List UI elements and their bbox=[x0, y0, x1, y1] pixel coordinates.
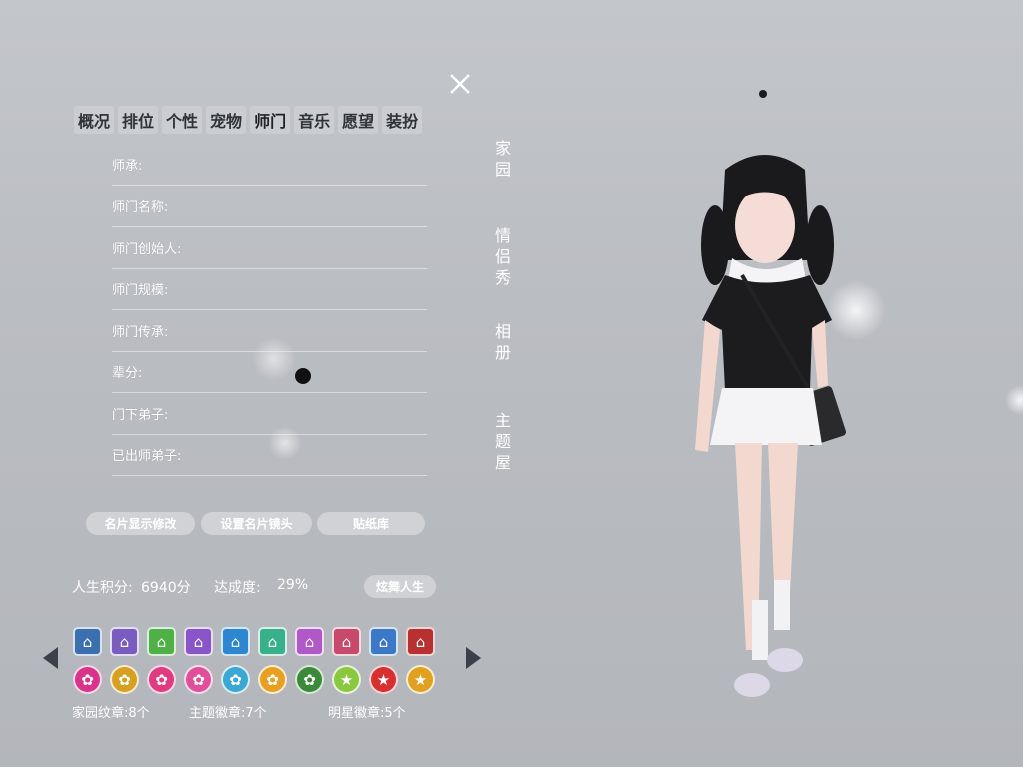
field-label: 辈分: bbox=[112, 366, 143, 382]
field-row: 师承: bbox=[112, 144, 427, 186]
field-label: 师门传承: bbox=[112, 324, 169, 340]
home-crest-icon[interactable]: ⌂ bbox=[369, 627, 398, 656]
side-nav-label: 主题屋 bbox=[494, 411, 511, 472]
theme-badge-count: 主题徽章:7个 bbox=[189, 706, 267, 721]
close-button[interactable] bbox=[446, 70, 474, 98]
theme-badge-icon[interactable]: ✿ bbox=[147, 665, 176, 694]
theme-badge-icon[interactable]: ✿ bbox=[184, 665, 213, 694]
theme-badge-icon[interactable]: ✿ bbox=[295, 665, 324, 694]
dance-life-button[interactable]: 炫舞人生 bbox=[364, 575, 436, 598]
theme-badge-icon[interactable]: ✿ bbox=[110, 665, 139, 694]
next-badges-arrow[interactable] bbox=[466, 647, 481, 669]
field-row: 师门传承: bbox=[112, 310, 427, 352]
tab-personality[interactable]: 个性 bbox=[162, 106, 203, 134]
tab-school[interactable]: 师门 bbox=[250, 106, 291, 134]
theme-badge-icon[interactable]: ✿ bbox=[221, 665, 250, 694]
star-badge-icon[interactable]: ★ bbox=[332, 665, 361, 694]
profile-tabs: 概况 排位 个性 宠物 师门 音乐 愿望 装扮 bbox=[74, 106, 423, 134]
tab-ranking[interactable]: 排位 bbox=[118, 106, 159, 134]
set-card-camera-button[interactable]: 设置名片镜头 bbox=[201, 512, 312, 535]
field-row: 师门规模: bbox=[112, 269, 427, 310]
school-info-list: 师承: 师门名称: 师门创始人: 师门规模: 师门传承: 辈分: 门下弟子: 已… bbox=[112, 144, 427, 476]
home-crest-icon[interactable]: ⌂ bbox=[258, 627, 287, 656]
home-crest-icon[interactable]: ⌂ bbox=[147, 627, 176, 656]
close-icon bbox=[450, 74, 470, 94]
theme-badge-icon[interactable]: ✿ bbox=[73, 665, 102, 694]
theme-badge-row: ✿ ✿ ✿ ✿ ✿ ✿ ✿ ★ ★ ★ bbox=[73, 665, 435, 694]
field-label: 已出师弟子: bbox=[112, 449, 182, 465]
side-nav-couple-show[interactable]: 情侣秀 bbox=[492, 225, 514, 288]
tab-pets[interactable]: 宠物 bbox=[206, 106, 247, 134]
home-crest-icon[interactable]: ⌂ bbox=[406, 627, 435, 656]
field-label: 门下弟子: bbox=[112, 407, 169, 423]
home-crest-icon[interactable]: ⌂ bbox=[332, 627, 361, 656]
home-crest-count: 家园纹章:8个 bbox=[72, 706, 150, 721]
completion-label: 达成度: bbox=[214, 580, 261, 596]
home-crest-icon[interactable]: ⌂ bbox=[110, 627, 139, 656]
side-nav-home[interactable]: 家园 bbox=[492, 138, 514, 180]
field-row: 辈分: bbox=[112, 352, 427, 393]
home-crest-icon[interactable]: ⌂ bbox=[73, 627, 102, 656]
tab-outfit[interactable]: 装扮 bbox=[382, 106, 423, 134]
field-row: 师门创始人: bbox=[112, 227, 427, 269]
life-score-label: 人生积分: bbox=[72, 580, 133, 596]
snow-dot bbox=[759, 90, 767, 98]
home-crest-icon[interactable]: ⌂ bbox=[295, 627, 324, 656]
card-display-edit-button[interactable]: 名片显示修改 bbox=[86, 512, 195, 535]
tab-music[interactable]: 音乐 bbox=[294, 106, 335, 134]
home-crest-row: ⌂ ⌂ ⌂ ⌂ ⌂ ⌂ ⌂ ⌂ ⌂ ⌂ bbox=[73, 627, 435, 656]
tab-wishes[interactable]: 愿望 bbox=[338, 106, 379, 134]
star-badge-icon[interactable]: ★ bbox=[406, 665, 435, 694]
home-crest-icon[interactable]: ⌂ bbox=[184, 627, 213, 656]
prev-badges-arrow[interactable] bbox=[43, 647, 58, 669]
field-label: 师门名称: bbox=[112, 200, 169, 216]
character-illustration bbox=[695, 155, 847, 697]
field-label: 师门规模: bbox=[112, 283, 169, 299]
field-row: 门下弟子: bbox=[112, 393, 427, 435]
home-crest-icon[interactable]: ⌂ bbox=[221, 627, 250, 656]
sticker-library-button[interactable]: 贴纸库 bbox=[317, 512, 425, 535]
field-label: 师承: bbox=[112, 158, 143, 174]
side-nav-label: 情侣秀 bbox=[494, 226, 511, 287]
star-badge-icon[interactable]: ★ bbox=[369, 665, 398, 694]
side-nav-label: 家园 bbox=[494, 139, 511, 179]
side-nav-label: 相册 bbox=[494, 322, 511, 362]
side-nav-theme-house[interactable]: 主题屋 bbox=[492, 410, 514, 473]
field-label: 师门创始人: bbox=[112, 241, 182, 257]
theme-badge-icon[interactable]: ✿ bbox=[258, 665, 287, 694]
field-row: 已出师弟子: bbox=[112, 435, 427, 476]
avatar-character[interactable] bbox=[670, 150, 860, 710]
tab-overview[interactable]: 概况 bbox=[74, 106, 115, 134]
side-nav-album[interactable]: 相册 bbox=[492, 321, 514, 363]
snow-dot bbox=[1005, 385, 1023, 415]
life-score-value: 6940分 bbox=[141, 580, 191, 596]
star-badge-count: 明星徽章:5个 bbox=[328, 706, 406, 721]
completion-value: 29% bbox=[277, 577, 309, 593]
field-row: 师门名称: bbox=[112, 186, 427, 227]
